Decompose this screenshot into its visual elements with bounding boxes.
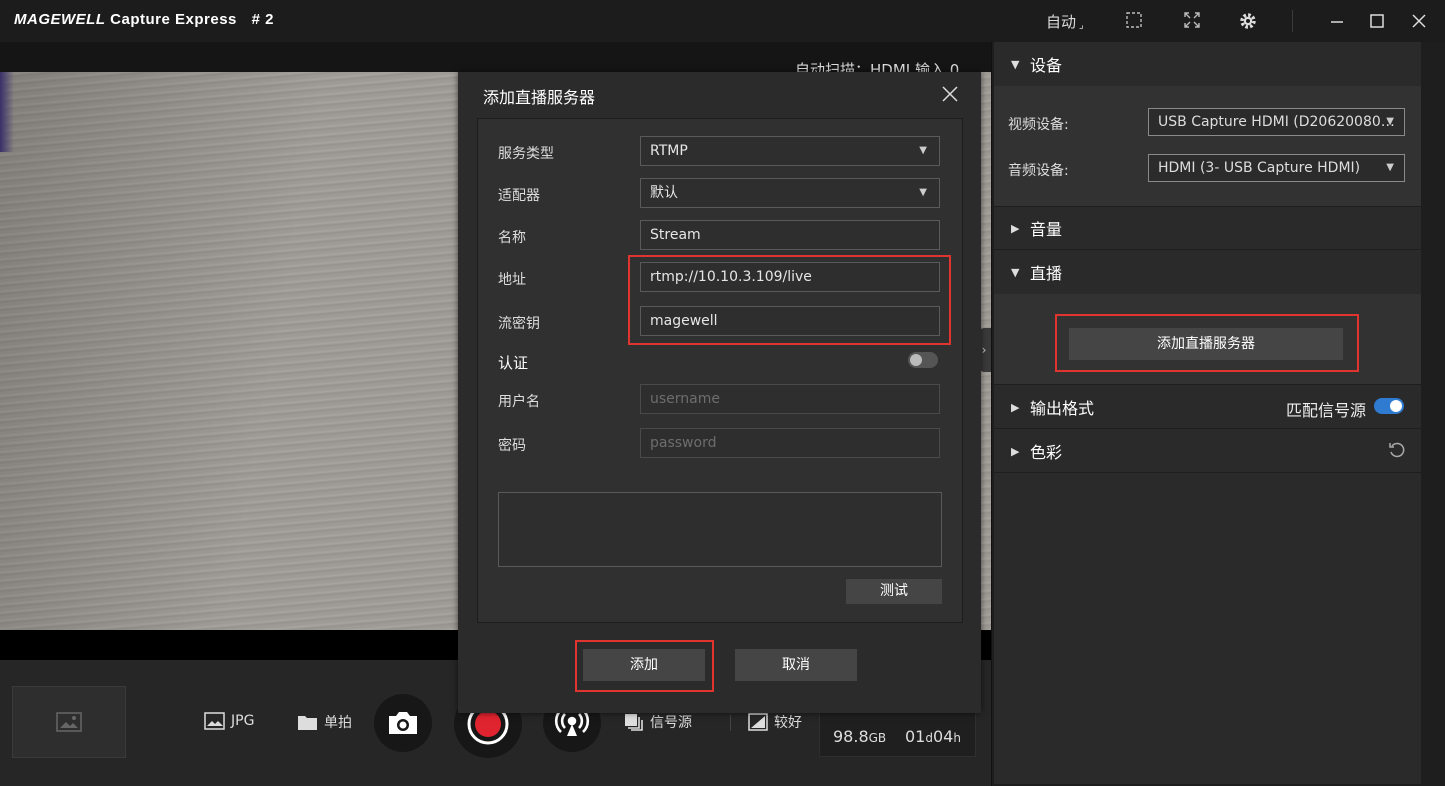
quality-selector[interactable]: 较好 [748, 712, 802, 732]
brand-logo: MAGEWELL [14, 11, 106, 28]
dialog-close-icon[interactable] [940, 84, 960, 104]
shot-mode-label: 单拍 [324, 715, 352, 731]
duration-days-unit: d [925, 731, 933, 745]
signal-source-selector[interactable]: 信号源 [624, 712, 692, 732]
gear-icon[interactable] [1238, 11, 1258, 31]
service-type-label: 服务类型 [498, 146, 554, 162]
titlebar-divider [1292, 10, 1293, 32]
triangle-down-icon: ▼ [1011, 265, 1020, 279]
section-device-title: 设备 [1030, 56, 1063, 75]
audio-device-value: HDMI (3- USB Capture HDMI) [1158, 160, 1361, 176]
layers-icon [625, 714, 643, 731]
instance-number: # 2 [251, 11, 274, 28]
signal-source-label: 信号源 [650, 715, 692, 731]
adapter-value: 默认 [650, 185, 678, 201]
section-live-title: 直播 [1030, 264, 1063, 283]
name-label: 名称 [498, 230, 526, 246]
highlight-box-add-button [575, 640, 714, 692]
section-color[interactable]: ▶ 色彩 [994, 429, 1421, 473]
stream-key-label: 流密钥 [498, 316, 540, 332]
duration-hours-unit: h [953, 731, 961, 745]
highlight-box-add-server [1055, 314, 1359, 372]
auth-label: 认证 [498, 354, 529, 372]
address-label: 地址 [498, 272, 526, 288]
maximize-icon[interactable] [1367, 11, 1387, 31]
camera-icon [389, 712, 417, 734]
section-volume-title: 音量 [1030, 220, 1063, 239]
test-button[interactable]: 测试 [846, 579, 942, 604]
quality-icon [748, 713, 768, 731]
folder-icon [298, 716, 317, 730]
close-icon[interactable] [1409, 11, 1429, 31]
device-section-body [994, 86, 1421, 206]
quality-label: 较好 [774, 715, 802, 731]
image-placeholder-icon [56, 712, 82, 732]
section-divider [994, 472, 1421, 473]
match-source-label: 匹配信号源 [1286, 401, 1367, 420]
minimize-icon[interactable] [1327, 11, 1347, 31]
cancel-button[interactable]: 取消 [735, 649, 857, 681]
password-label: 密码 [498, 438, 526, 454]
test-result-textarea[interactable] [498, 492, 942, 567]
triangle-right-icon: ▶ [1011, 400, 1020, 414]
dropdown-arrow-icon: ▼ [919, 145, 927, 156]
dropdown-arrow-icon: ▼ [919, 187, 927, 198]
disk-free-unit: GB [868, 731, 887, 745]
section-color-title: 色彩 [1030, 443, 1063, 462]
adapter-select[interactable]: 默认 ▼ [640, 178, 940, 208]
service-type-value: RTMP [650, 143, 688, 159]
app-title: MAGEWELL Capture Express # 2 [14, 11, 274, 28]
video-device-label: 视频设备: [1008, 117, 1069, 133]
reset-icon[interactable] [1388, 441, 1406, 459]
corner-icon: ⌟ [1079, 19, 1084, 31]
video-device-value: USB Capture HDMI (D20620080… [1158, 114, 1395, 130]
image-format-selector[interactable]: JPG [204, 712, 254, 730]
password-input[interactable]: password [640, 428, 940, 458]
section-device[interactable]: ▼ 设备 [994, 42, 1421, 86]
disk-free-value: 98.8 [833, 727, 869, 746]
duration-hours: 04 [932, 727, 954, 746]
highlight-box-address-key [628, 255, 951, 345]
panel-scroll-gutter [1421, 42, 1445, 784]
shot-mode-selector[interactable]: 单拍 [297, 712, 352, 732]
username-input[interactable]: username [640, 384, 940, 414]
toolbar-divider [730, 715, 731, 731]
adapter-label: 适配器 [498, 188, 540, 204]
recording-stats: 98.8GB 01d04h [819, 712, 976, 757]
image-format-label: JPG [231, 713, 255, 729]
snapshot-button[interactable] [374, 694, 432, 752]
app-name: Capture Express [110, 11, 237, 28]
dropdown-arrow-icon: ▼ [1386, 162, 1394, 173]
toggle-knob [910, 354, 922, 366]
auto-mode-toggle[interactable]: 自动 ⌟ [1046, 0, 1084, 42]
name-input[interactable]: Stream [640, 220, 940, 250]
triangle-down-icon: ▼ [1011, 57, 1020, 71]
dialog-title: 添加直播服务器 [483, 88, 596, 107]
video-device-select[interactable]: USB Capture HDMI (D20620080… ▼ [1148, 108, 1405, 136]
section-volume[interactable]: ▶ 音量 [994, 206, 1421, 250]
record-duration: 01d04h [905, 727, 961, 746]
section-output-title: 输出格式 [1030, 399, 1095, 418]
audio-device-select[interactable]: HDMI (3- USB Capture HDMI) ▼ [1148, 154, 1405, 182]
audio-device-label: 音频设备: [1008, 163, 1069, 179]
chevron-right-icon: › [981, 343, 987, 357]
dropdown-arrow-icon: ▼ [1386, 116, 1394, 127]
video-edge-shadow [0, 72, 14, 152]
toggle-knob [1390, 400, 1402, 412]
scan-status: 自动扫描：HDMI 输入 0 [795, 61, 960, 72]
fullscreen-icon[interactable] [1183, 11, 1203, 31]
match-source-toggle[interactable] [1374, 398, 1404, 414]
image-icon [204, 712, 225, 730]
duration-days: 01 [905, 727, 926, 746]
auto-mode-label: 自动 [1046, 12, 1077, 31]
triangle-right-icon: ▶ [1011, 221, 1020, 235]
username-label: 用户名 [498, 394, 540, 410]
triangle-right-icon: ▶ [1011, 444, 1020, 458]
section-live[interactable]: ▼ 直播 [994, 250, 1421, 294]
crop-icon[interactable] [1125, 11, 1145, 31]
service-type-select[interactable]: RTMP ▼ [640, 136, 940, 166]
auth-toggle[interactable] [908, 352, 938, 368]
disk-free: 98.8GB [833, 727, 886, 746]
